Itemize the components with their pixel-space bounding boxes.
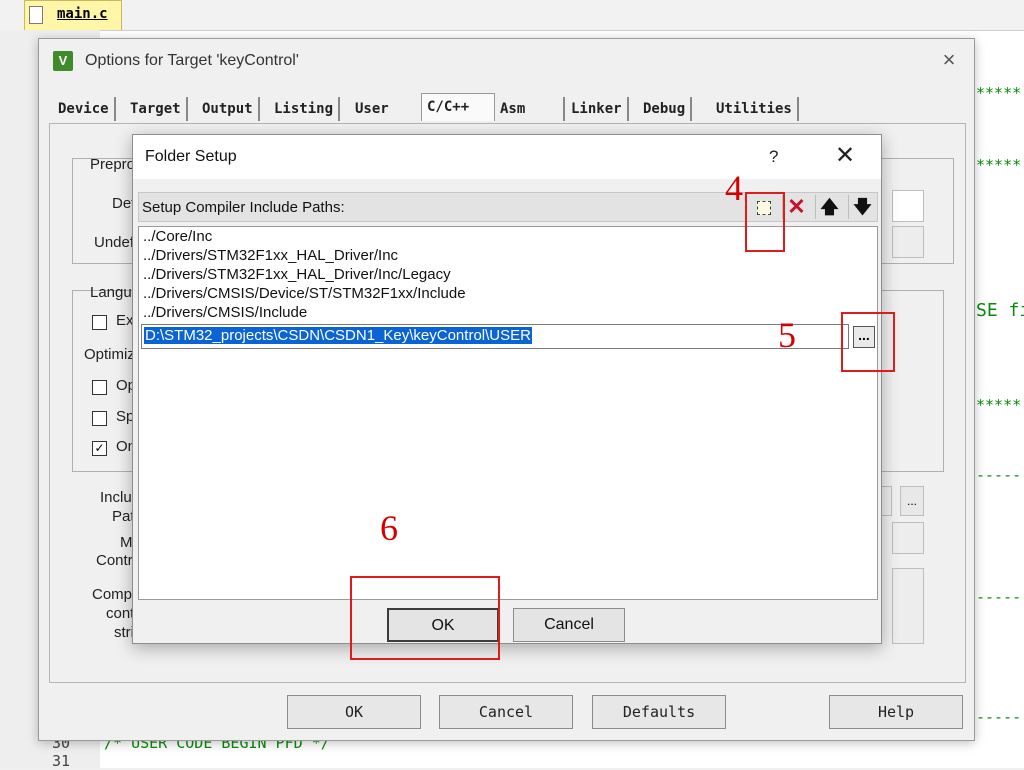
field-label: Inclu xyxy=(100,489,132,506)
list-item[interactable]: ../Drivers/CMSIS/Include xyxy=(143,304,307,321)
close-icon[interactable]: × xyxy=(936,47,962,73)
tab-asm[interactable]: Asm xyxy=(495,97,565,121)
include-paths-browse-button[interactable]: ... xyxy=(900,486,924,516)
annotation-box-new-folder xyxy=(745,192,785,252)
cancel-button[interactable]: Cancel xyxy=(513,608,625,642)
define-field[interactable] xyxy=(892,190,924,222)
annotation-box-ok xyxy=(350,576,500,660)
undefine-field[interactable] xyxy=(892,226,924,258)
help-button[interactable]: Help xyxy=(829,695,963,729)
tab-linker[interactable]: Linker xyxy=(566,97,629,121)
keil-app-icon: V xyxy=(53,51,73,71)
checkbox-label: Ex xyxy=(116,312,134,329)
tab-c-cpp[interactable]: C/C++ xyxy=(421,93,495,121)
help-icon[interactable]: ? xyxy=(769,147,778,167)
field-label: Optimiz xyxy=(84,346,135,363)
code-fragment: ***** xyxy=(976,84,1022,102)
move-down-icon[interactable]: 🡇 xyxy=(848,195,876,219)
field-label: Undef xyxy=(94,234,135,251)
selected-path-text: D:\STM32_projects\CSDN\CSDN1_Key\keyCont… xyxy=(144,327,532,344)
annotation-box-browse xyxy=(841,312,895,372)
line-number: 31 xyxy=(52,752,71,770)
group-label: Prepro xyxy=(90,156,136,173)
annotation-step-6: 6 xyxy=(380,508,398,548)
code-fragment: SE fi xyxy=(976,300,1024,321)
annotation-step-5: 5 xyxy=(778,315,796,355)
move-up-icon[interactable]: 🡅 xyxy=(815,195,843,219)
tab-target[interactable]: Target xyxy=(125,97,188,121)
list-item[interactable]: ../Drivers/STM32F1xx_HAL_Driver/Inc xyxy=(143,247,398,264)
editor-tab-bar: main.c xyxy=(0,0,1024,31)
checkbox-checked[interactable]: ✓ xyxy=(92,441,107,456)
code-fragment: ***** xyxy=(976,396,1022,414)
code-fragment: ----- xyxy=(976,708,1022,726)
include-paths-list: ../Core/Inc ../Drivers/STM32F1xx_HAL_Dri… xyxy=(138,226,878,600)
ok-button[interactable]: OK xyxy=(287,695,421,729)
annotation-step-4: 4 xyxy=(725,168,743,208)
field-label: cont xyxy=(106,605,135,622)
tab-listing[interactable]: Listing xyxy=(269,97,341,121)
file-icon xyxy=(29,6,43,24)
field-label: Contr xyxy=(96,552,133,569)
file-tab-label: main.c xyxy=(57,6,108,22)
tab-output[interactable]: Output xyxy=(197,97,260,121)
code-fragment: ----- xyxy=(976,466,1022,484)
group-label: Langu xyxy=(90,284,132,301)
tab-device[interactable]: Device xyxy=(53,97,116,121)
compiler-control-string xyxy=(892,568,924,644)
defaults-button[interactable]: Defaults xyxy=(592,695,726,729)
misc-controls-field[interactable] xyxy=(892,522,924,554)
delete-icon[interactable]: ✕ xyxy=(782,195,810,219)
path-edit-field[interactable]: D:\STM32_projects\CSDN\CSDN1_Key\keyCont… xyxy=(141,324,849,349)
tab-debug[interactable]: Debug xyxy=(638,97,693,121)
toolbar-label: Setup Compiler Include Paths: xyxy=(142,199,345,216)
field-label: Comp xyxy=(92,586,133,603)
checkbox[interactable] xyxy=(92,411,107,426)
code-fragment: ***** xyxy=(976,156,1022,174)
field-label: stri xyxy=(114,624,134,641)
tab-utilities[interactable]: Utilities xyxy=(711,97,799,121)
dialog-title: Folder Setup xyxy=(145,148,237,165)
checkbox[interactable] xyxy=(92,315,107,330)
code-fragment: ----- xyxy=(976,588,1022,606)
checkbox[interactable] xyxy=(92,380,107,395)
close-icon[interactable]: ✕ xyxy=(835,143,855,169)
file-tab-main-c[interactable]: main.c xyxy=(24,0,122,30)
cancel-button[interactable]: Cancel xyxy=(439,695,573,729)
field-label: M xyxy=(120,534,133,551)
list-item[interactable]: ../Drivers/STM32F1xx_HAL_Driver/Inc/Lega… xyxy=(143,266,451,283)
list-item[interactable]: ../Drivers/CMSIS/Device/ST/STM32F1xx/Inc… xyxy=(143,285,466,302)
dialog-title: Options for Target 'keyControl' xyxy=(85,52,299,69)
folder-setup-titlebar: Folder Setup ? ✕ xyxy=(133,135,881,179)
tab-user[interactable]: User xyxy=(350,97,394,121)
list-item[interactable]: ../Core/Inc xyxy=(143,228,212,245)
